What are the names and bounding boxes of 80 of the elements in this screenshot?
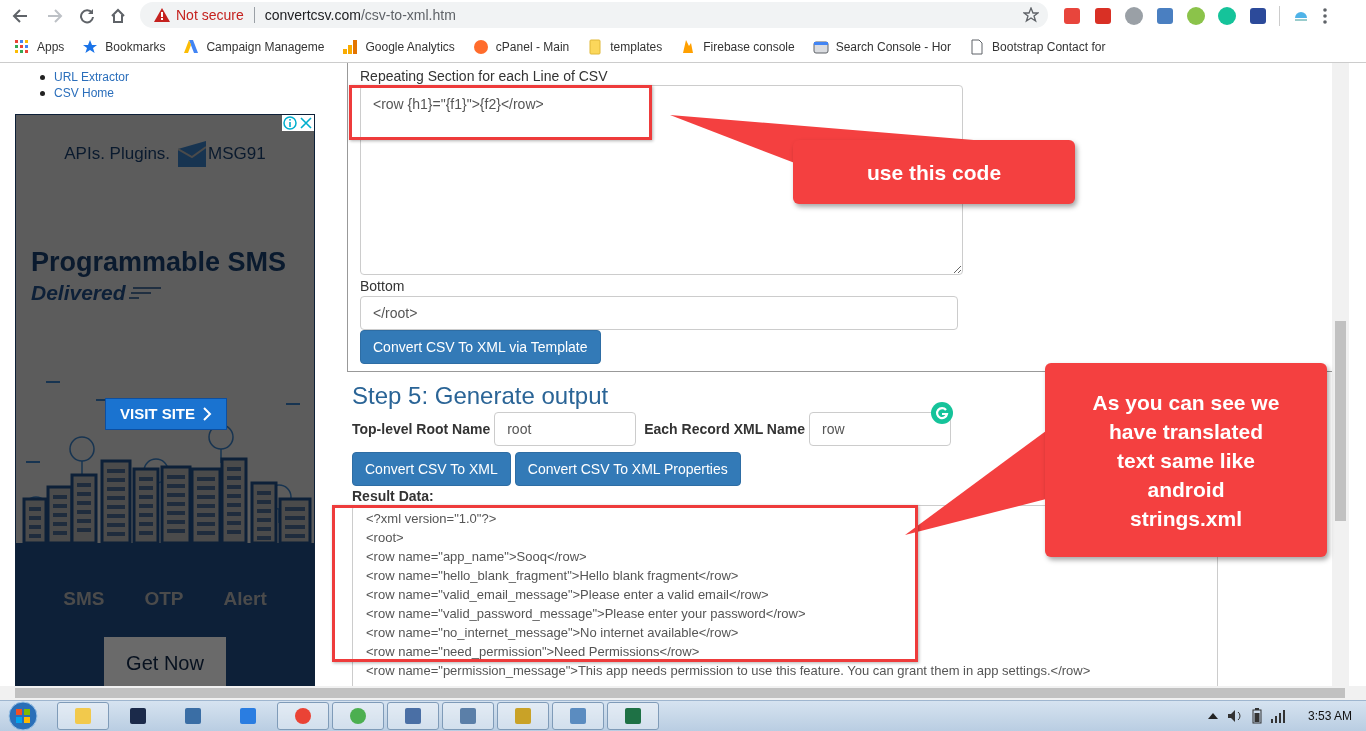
chevron-icon — [203, 407, 212, 421]
home-icon[interactable] — [110, 7, 126, 24]
code-line: <?xml version="1.0"?> — [366, 510, 497, 528]
code-line: <row name="no_internet_message">No internet available</row> — [366, 624, 739, 642]
ad-feature: SMS — [63, 586, 105, 611]
menu-icon[interactable] — [1322, 7, 1328, 25]
reload-icon[interactable] — [79, 7, 95, 24]
back-icon[interactable] — [12, 7, 28, 24]
url-text[interactable]: convertcsv.com/csv-to-xml.htm — [264, 4, 456, 26]
signal-icon[interactable] — [1270, 709, 1287, 723]
convert-button[interactable]: Convert CSV To XML Properties — [514, 452, 741, 486]
ad-feature: Alert — [223, 586, 267, 611]
text-field[interactable]: row — [809, 412, 951, 446]
console-icon — [812, 38, 829, 55]
extension-icon[interactable] — [1062, 6, 1082, 26]
ad-subheadline: Delivered — [31, 280, 126, 306]
section-heading: Step 5: Generate output — [352, 382, 609, 410]
convert-button[interactable]: Convert CSV To XML via Template — [360, 330, 601, 364]
extension-icon[interactable] — [1093, 6, 1113, 26]
code-line: <row name="valid_email_message">Please enter a valid email</row> — [366, 586, 769, 604]
bookmark-item[interactable]: Google Analytics — [342, 37, 455, 56]
bookmark-item[interactable]: Bootstrap Contact for — [969, 37, 1106, 56]
code-line: <root> — [366, 529, 404, 547]
field-label: Each Record XML Name — [644, 419, 805, 439]
field-label: Bottom — [360, 278, 406, 294]
start-button[interactable] — [6, 701, 40, 731]
field-label: Repeating Section for each Line of CSV — [360, 68, 609, 84]
sidebar-link[interactable]: CSV Home — [54, 85, 115, 101]
bookmark-item[interactable]: Search Console - Hor — [812, 37, 952, 56]
visit-site-button[interactable]: VISIT SITE — [105, 398, 227, 430]
convert-button[interactable]: Convert CSV To XML — [352, 452, 511, 486]
code-line: <row name="permission_message">This app needs permission to use this feature. You can grant them in app settings.</row> — [366, 662, 1091, 680]
field-label: Top-level Root Name — [352, 419, 491, 439]
code-line: <row name="app_name">Sooq</row> — [366, 548, 587, 566]
scrollbar[interactable] — [1332, 63, 1349, 686]
battery-icon[interactable] — [1251, 708, 1262, 724]
text-field[interactable]: root — [494, 412, 637, 446]
close-icon[interactable] — [298, 115, 314, 131]
grammarly-icon[interactable] — [931, 402, 953, 424]
taskbar-app-icon[interactable] — [607, 702, 659, 730]
scrollbar[interactable] — [0, 686, 1366, 700]
brand-name: MSG91 — [208, 143, 266, 166]
bookmark-item[interactable]: cPanel - Main — [472, 37, 570, 56]
callout-box: use this code — [793, 140, 1075, 204]
ad-feature: OTP — [144, 586, 184, 611]
bookmark-item[interactable]: Bookmarks — [82, 37, 166, 56]
bar-chart-icon — [342, 38, 359, 55]
warning-icon — [154, 8, 170, 22]
bottom-field[interactable]: </root> — [360, 296, 958, 330]
ad-headline: Programmable SMS — [30, 247, 288, 277]
field-label: Result Data: — [352, 488, 434, 504]
star-icon[interactable] — [1023, 7, 1039, 23]
info-icon[interactable] — [282, 115, 298, 131]
triangle-icon — [183, 38, 200, 55]
volume-icon[interactable] — [1226, 708, 1243, 724]
code-line: <row name="valid_password_message">Please enter your password</row> — [366, 605, 806, 623]
page-icon — [969, 38, 986, 55]
bookmark-item[interactable]: Firebase console — [680, 37, 795, 56]
security-label[interactable]: Not secure — [176, 4, 244, 26]
bullet-icon — [40, 90, 45, 96]
cpanel-icon — [472, 38, 489, 55]
clock-text[interactable]: 3:53 AM — [1307, 707, 1352, 725]
envelope-icon — [178, 141, 207, 167]
extension-icon[interactable] — [1248, 6, 1268, 26]
ad-tagline: APIs. Plugins. — [64, 143, 171, 166]
star-icon — [82, 38, 99, 55]
bookmark-item[interactable]: Campaign Manageme — [183, 37, 325, 56]
code-line: <row name="hello_blank_fragment">Hello blank fragment</row> — [366, 567, 739, 585]
sidebar-link[interactable]: URL Extractor — [54, 69, 129, 85]
speed-lines-icon — [128, 285, 161, 300]
code-line: <row name="need_permission">Need Permissions</row> — [366, 643, 700, 661]
folder-icon — [587, 38, 604, 55]
advertisement-banner[interactable]: APIs. Plugins. MSG91 Programmable SMS Delivered VISIT SITE SMS OTP Alert Get Now — [15, 114, 315, 686]
bookmark-item[interactable]: templates — [587, 37, 663, 56]
extension-icon[interactable] — [1155, 6, 1175, 26]
get-now-button[interactable]: Get Now — [104, 637, 226, 686]
apps-grid-icon — [14, 38, 30, 55]
bullet-icon — [40, 74, 45, 80]
caret-icon[interactable] — [1207, 712, 1218, 720]
bookmark-item[interactable]: Apps — [14, 37, 65, 56]
